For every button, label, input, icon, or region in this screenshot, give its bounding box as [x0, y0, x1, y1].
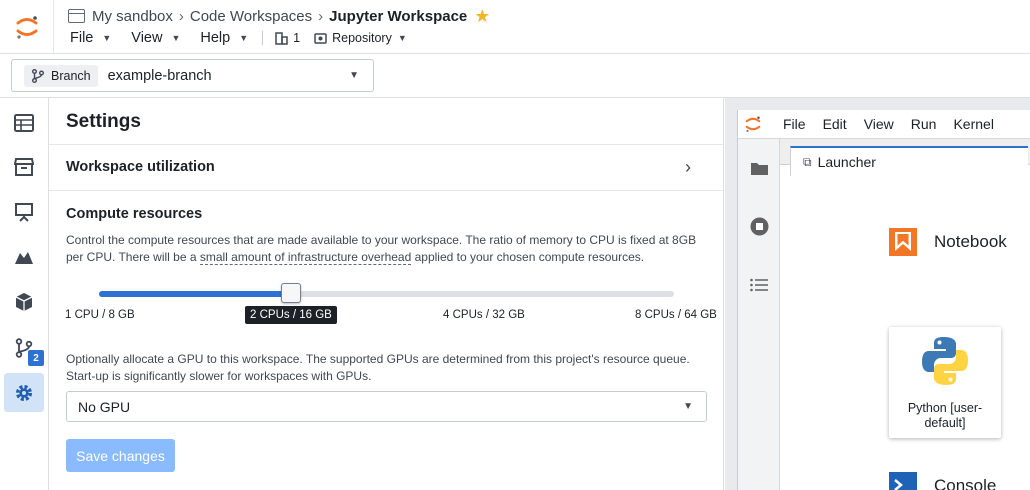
menubar: File ▼ View ▼ Help ▼ 1 Repository ▼ [70, 29, 421, 47]
save-changes-button[interactable]: Save changes [66, 439, 175, 472]
chevron-right-icon: › [318, 7, 324, 25]
page-title: Jupyter Workspace [329, 7, 468, 25]
gear-icon [15, 384, 33, 401]
repository-menu[interactable]: Repository ▼ [314, 31, 407, 45]
building-count[interactable]: 1 [275, 31, 300, 45]
branch-selector[interactable]: Branch example-branch ▼ [11, 59, 374, 92]
caret-down-icon: ▼ [102, 33, 112, 43]
notebook-section-header: Notebook [888, 227, 1007, 257]
branch-bar: Branch example-branch ▼ [0, 54, 1030, 98]
python-kernel-card[interactable]: Python [user-default] [889, 327, 1001, 438]
chevron-right-icon: › [685, 157, 691, 177]
launcher-icon: ⧉ [803, 154, 812, 169]
folder-icon[interactable] [749, 158, 769, 178]
compute-slider-handle[interactable] [281, 283, 301, 303]
app-header: My sandbox › Code Workspaces › Jupyter W… [0, 0, 1030, 54]
console-section-header: Console [888, 471, 996, 490]
star-icon[interactable]: ★ [474, 7, 490, 25]
branches-count-badge: 2 [28, 350, 44, 366]
settings-title: Settings [66, 111, 141, 132]
repository-icon [314, 33, 327, 44]
left-rail: 2 [0, 98, 49, 490]
caret-down-icon: ▼ [683, 401, 693, 412]
gpu-select[interactable]: No GPU ▼ [66, 391, 707, 422]
app-logo[interactable] [0, 0, 54, 53]
rail-table[interactable] [4, 103, 44, 142]
list-icon[interactable] [749, 275, 769, 295]
stop-circle-icon[interactable] [749, 216, 769, 236]
breadcrumb-item-code-workspaces[interactable]: Code Workspaces [190, 8, 312, 25]
jupyter-menu-view[interactable]: View [864, 116, 894, 132]
jupyter-menu-kernel[interactable]: Kernel [953, 116, 993, 132]
building-icon [275, 31, 288, 45]
mountain-chart-icon [15, 251, 33, 264]
compute-resources-description: Control the compute resources that are m… [66, 233, 697, 265]
jupyter-main: ⧉ Launcher + Notebook [780, 139, 1030, 490]
git-branch-icon [32, 68, 44, 83]
jupyter-logo-icon [16, 15, 37, 39]
chevron-right-icon: › [178, 7, 184, 25]
jupyter-menu-run[interactable]: Run [911, 116, 937, 132]
python-kernel-label: Python [user-default] [907, 401, 983, 430]
jupyter-menu-file[interactable]: File [783, 116, 806, 132]
compute-slider-track[interactable] [99, 291, 674, 297]
rail-chart[interactable] [4, 237, 44, 276]
gpu-select-value: No GPU [78, 399, 131, 415]
console-icon [888, 471, 918, 490]
window-icon [68, 9, 85, 23]
jupyter-sidebar [738, 139, 780, 490]
slider-tick-8cpu: 8 CPUs / 64 GB [635, 309, 717, 321]
workspace-utilization-label: Workspace utilization [66, 159, 215, 175]
compute-resources-title: Compute resources [66, 206, 203, 222]
breadcrumb: My sandbox › Code Workspaces › Jupyter W… [68, 6, 490, 26]
jupyter-preview: File Edit View Run Kernel ⧉ Launcher + [725, 98, 1030, 490]
jupyter-menubar: File Edit View Run Kernel [738, 110, 1030, 139]
breadcrumb-item-sandbox[interactable]: My sandbox [92, 8, 173, 25]
menu-divider [262, 31, 264, 45]
launcher-tab[interactable]: ⧉ Launcher [790, 146, 1028, 176]
launcher-content: Notebook Python [user-default] Console [780, 179, 1030, 490]
infrastructure-overhead-link[interactable]: small amount of infrastructure overhead [199, 250, 412, 265]
jupyter-window: File Edit View Run Kernel ⧉ Launcher + [737, 110, 1030, 490]
gpu-description: Optionally allocate a GPU to this worksp… [66, 352, 690, 383]
table-icon [14, 113, 34, 132]
caret-down-icon: ▼ [171, 33, 181, 43]
branch-name: example-branch [107, 67, 212, 84]
jupyter-menu-edit[interactable]: Edit [823, 116, 847, 132]
caret-down-icon: ▼ [349, 70, 359, 81]
rail-settings[interactable] [4, 373, 44, 412]
caret-down-icon: ▼ [397, 33, 407, 43]
archive-icon [14, 158, 34, 176]
rail-presentation[interactable] [4, 192, 44, 231]
workspace-utilization-row[interactable]: Workspace utilization › [49, 144, 723, 191]
menu-help[interactable]: Help ▼ [200, 30, 248, 46]
branch-tag: Branch [24, 64, 98, 87]
caret-down-icon: ▼ [239, 33, 249, 43]
menu-file[interactable]: File ▼ [70, 30, 111, 46]
bookmark-icon [888, 227, 918, 257]
slider-tick-1cpu: 1 CPU / 8 GB [65, 309, 135, 321]
rail-archive[interactable] [4, 147, 44, 186]
slider-tick-4cpu: 4 CPUs / 32 GB [443, 309, 525, 321]
compute-slider-fill [99, 291, 291, 297]
settings-panel: Settings Workspace utilization › Compute… [49, 98, 724, 490]
presentation-icon [15, 202, 33, 222]
menu-view[interactable]: View ▼ [131, 30, 180, 46]
slider-value-tooltip: 2 CPUs / 16 GB [245, 306, 337, 324]
python-icon [922, 337, 968, 385]
cube-icon [15, 292, 33, 311]
rail-cube[interactable] [4, 282, 44, 321]
jupyter-logo-icon [738, 115, 767, 133]
